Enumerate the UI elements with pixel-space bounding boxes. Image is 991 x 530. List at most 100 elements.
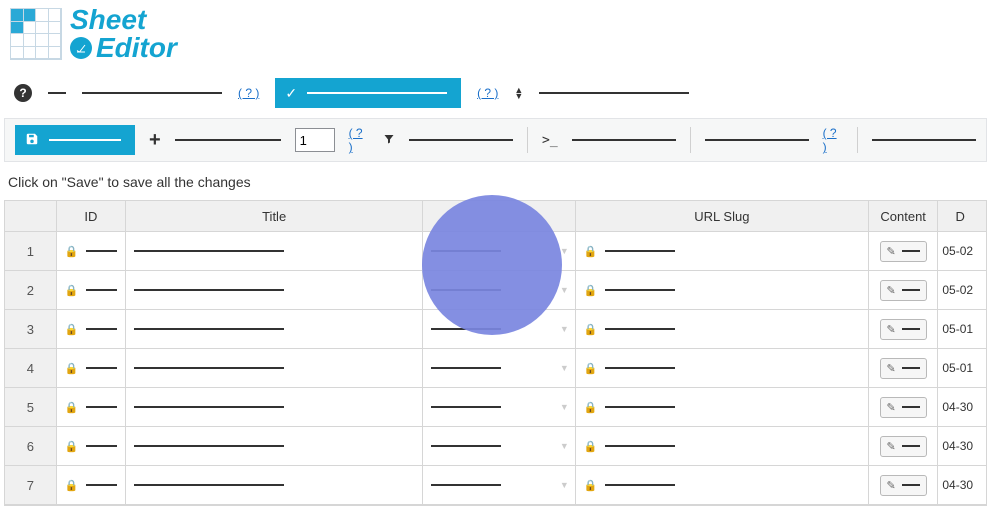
cell-id[interactable]: 🔒	[57, 271, 126, 309]
lock-icon: 🔒	[65, 479, 79, 492]
help-link[interactable]: ( ? )	[823, 126, 844, 154]
console-icon[interactable]: >_	[542, 133, 558, 148]
cell-content[interactable]: ✎	[869, 466, 938, 504]
cell-content[interactable]: ✎	[869, 427, 938, 465]
placeholder-text	[902, 445, 920, 447]
cell-status[interactable]: ▼	[423, 388, 576, 426]
cell-status[interactable]: ▼	[423, 427, 576, 465]
sort-icon[interactable]: ▲▼	[514, 87, 523, 99]
placeholder-text	[902, 328, 920, 330]
edit-content-button[interactable]: ✎	[880, 475, 927, 496]
placeholder-text	[82, 92, 222, 94]
cell-slug[interactable]: 🔒	[576, 232, 869, 270]
cell-slug[interactable]: 🔒	[576, 349, 869, 387]
cell-value	[431, 250, 501, 252]
cell-content[interactable]: ✎	[869, 388, 938, 426]
grid-row: 6🔒▼🔒✎04-30	[5, 427, 986, 466]
col-header-status[interactable]	[423, 201, 576, 231]
chevron-down-icon: ▼	[560, 402, 569, 412]
primary-action-button[interactable]: ✓	[275, 78, 461, 108]
cell-date[interactable]: 04-30	[938, 427, 986, 465]
row-number[interactable]: 7	[5, 466, 57, 504]
row-number[interactable]: 2	[5, 271, 57, 309]
cell-title[interactable]	[126, 349, 423, 387]
lock-icon: 🔒	[65, 323, 79, 336]
cell-date[interactable]: 05-02	[938, 232, 986, 270]
cell-value	[431, 445, 501, 447]
row-number[interactable]: 6	[5, 427, 57, 465]
cell-date[interactable]: 05-02	[938, 271, 986, 309]
col-header-title[interactable]: Title	[126, 201, 423, 231]
edit-content-button[interactable]: ✎	[880, 358, 927, 379]
cell-content[interactable]: ✎	[869, 310, 938, 348]
col-header-id[interactable]: ID	[57, 201, 126, 231]
cell-date[interactable]: 04-30	[938, 466, 986, 504]
cell-id[interactable]: 🔒	[57, 388, 126, 426]
cell-title[interactable]	[126, 232, 423, 270]
chevron-down-icon: ▼	[560, 246, 569, 256]
cell-id[interactable]: 🔒	[57, 427, 126, 465]
cell-status[interactable]: ▼	[423, 310, 576, 348]
grid-row: 5🔒▼🔒✎04-30	[5, 388, 986, 427]
cell-id[interactable]: 🔒	[57, 466, 126, 504]
cell-content[interactable]: ✎	[869, 232, 938, 270]
row-number[interactable]: 3	[5, 310, 57, 348]
cell-content[interactable]: ✎	[869, 349, 938, 387]
cell-date[interactable]: 04-30	[938, 388, 986, 426]
cell-title[interactable]	[126, 271, 423, 309]
col-header-slug[interactable]: URL Slug	[576, 201, 869, 231]
help-link[interactable]: ( ? )	[238, 86, 259, 100]
filter-icon[interactable]	[383, 132, 395, 148]
placeholder-text	[902, 484, 920, 486]
cell-title[interactable]	[126, 466, 423, 504]
help-link[interactable]: ( ? )	[349, 126, 370, 154]
cell-title[interactable]	[126, 310, 423, 348]
cell-title[interactable]	[126, 388, 423, 426]
cell-value	[605, 367, 675, 369]
cell-status[interactable]: ▼	[423, 349, 576, 387]
cell-slug[interactable]: 🔒	[576, 427, 869, 465]
top-actions: ? ( ? ) ✓ ( ? ) ▲▼	[0, 72, 991, 118]
cell-slug[interactable]: 🔒	[576, 310, 869, 348]
row-number[interactable]: 1	[5, 232, 57, 270]
row-number[interactable]: 4	[5, 349, 57, 387]
help-link[interactable]: ( ? )	[477, 86, 498, 100]
cell-id[interactable]: 🔒	[57, 310, 126, 348]
edit-content-button[interactable]: ✎	[880, 319, 927, 340]
cell-value	[134, 406, 284, 408]
placeholder-text	[902, 250, 920, 252]
spreadsheet-grid: ID Title URL Slug Content D 1🔒▼🔒✎05-022🔒…	[4, 200, 987, 506]
cell-date[interactable]: 05-01	[938, 310, 986, 348]
grid-row: 4🔒▼🔒✎05-01	[5, 349, 986, 388]
cell-value	[605, 406, 675, 408]
col-header-content[interactable]: Content	[869, 201, 938, 231]
cell-slug[interactable]: 🔒	[576, 388, 869, 426]
cell-title[interactable]	[126, 427, 423, 465]
lock-icon: 🔒	[65, 284, 79, 297]
cell-slug[interactable]: 🔒	[576, 466, 869, 504]
edit-content-button[interactable]: ✎	[880, 280, 927, 301]
cell-id[interactable]: 🔒	[57, 349, 126, 387]
cell-status[interactable]: ▼	[423, 232, 576, 270]
page-number-input[interactable]	[295, 128, 335, 152]
cell-status[interactable]: ▼	[423, 271, 576, 309]
help-icon[interactable]: ?	[14, 84, 32, 102]
cell-id[interactable]: 🔒	[57, 232, 126, 270]
col-header-date[interactable]: D	[938, 201, 986, 231]
edit-content-button[interactable]: ✎	[880, 241, 927, 262]
row-number[interactable]: 5	[5, 388, 57, 426]
lock-icon: 🔒	[584, 440, 598, 453]
chevron-down-icon: ▼	[560, 285, 569, 295]
edit-content-button[interactable]: ✎	[880, 436, 927, 457]
cell-date[interactable]: 05-01	[938, 349, 986, 387]
cell-content[interactable]: ✎	[869, 271, 938, 309]
edit-content-button[interactable]: ✎	[880, 397, 927, 418]
add-icon[interactable]: +	[149, 129, 161, 152]
placeholder-text	[49, 139, 121, 141]
save-icon	[25, 132, 39, 149]
toolbar-divider	[857, 127, 858, 153]
lock-icon: 🔒	[65, 362, 79, 375]
cell-slug[interactable]: 🔒	[576, 271, 869, 309]
cell-status[interactable]: ▼	[423, 466, 576, 504]
save-button[interactable]	[15, 125, 135, 155]
